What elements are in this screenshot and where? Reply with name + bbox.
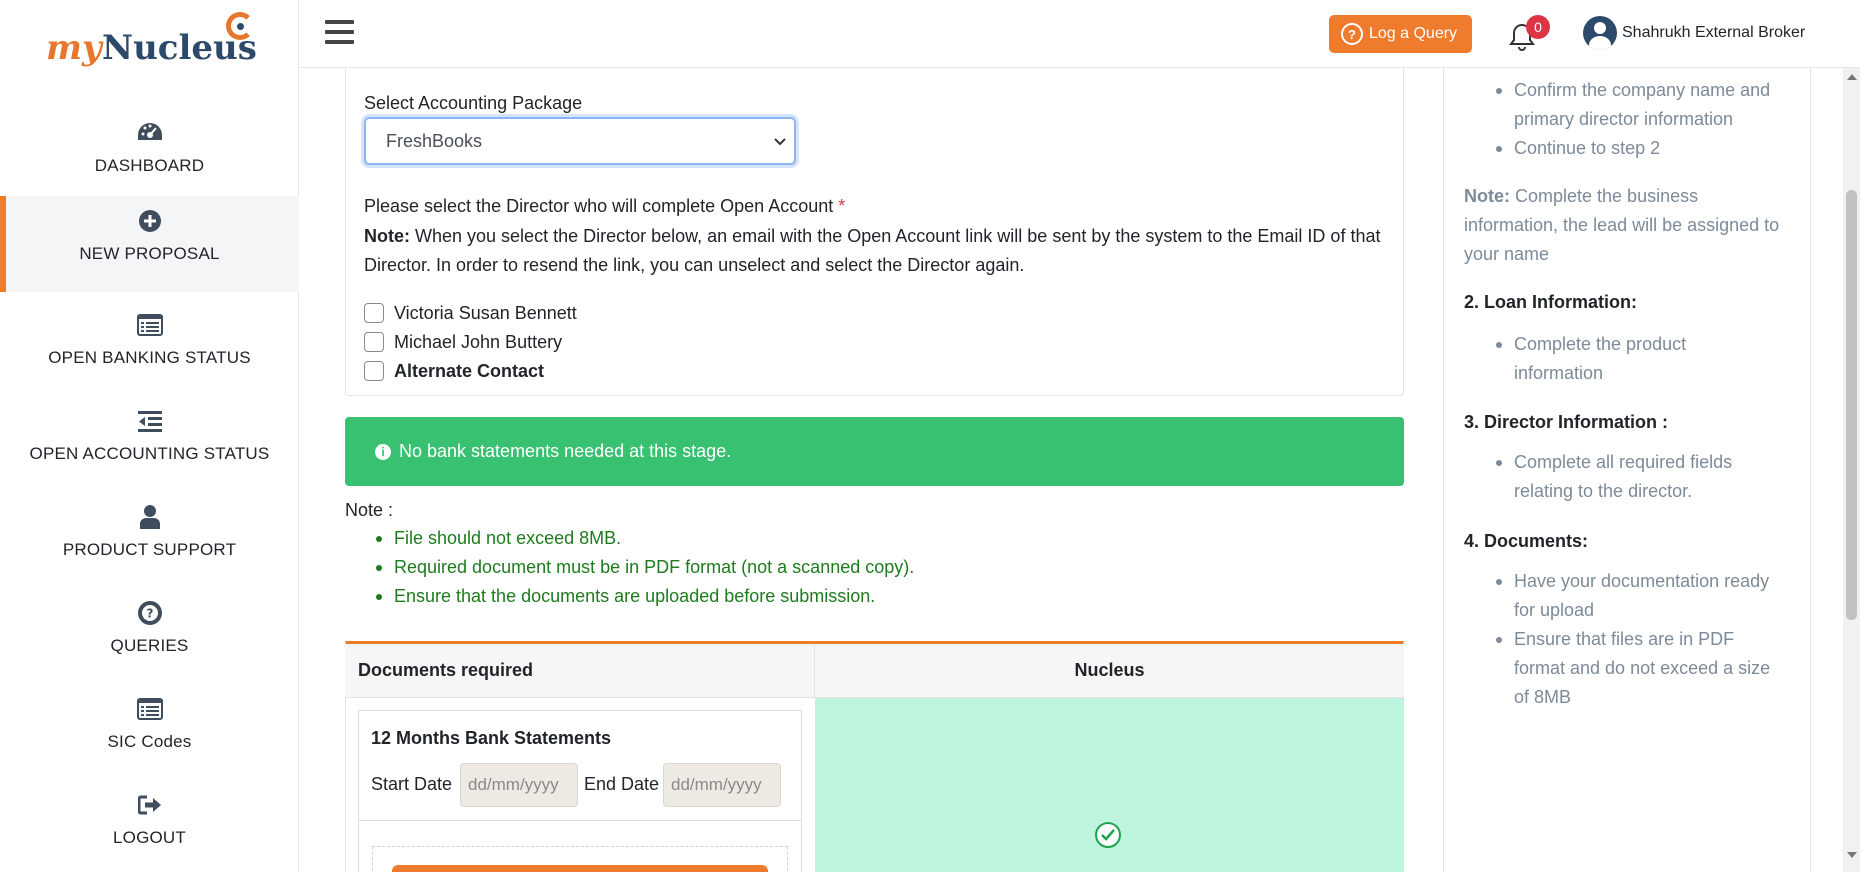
step2-title: 2. Loan Information: — [1464, 292, 1637, 312]
nucleus-header: Nucleus — [815, 644, 1404, 698]
list-item: Continue to step 2 — [1490, 134, 1810, 163]
list-item: Required document must be in PDF format … — [372, 553, 914, 582]
list-alt-icon — [0, 312, 299, 338]
accounting-package-select[interactable]: FreshBooks — [364, 117, 796, 165]
start-date-label: Start Date — [371, 774, 453, 794]
director-checkbox-row[interactable]: Victoria Susan Bennett — [364, 301, 577, 325]
sidebar-item-label: LOGOUT — [113, 828, 186, 847]
info-circle-icon: i — [375, 443, 391, 460]
sidebar-item-label: OPEN BANKING STATUS — [48, 348, 251, 367]
list-item: Confirm the company name and primary dir… — [1490, 76, 1810, 134]
sidebar-item-logout[interactable]: LOGOUT — [0, 780, 299, 872]
alert-text: No bank statements needed at this stage. — [399, 441, 732, 461]
required-mark: * — [838, 196, 846, 216]
director-checkbox[interactable] — [364, 303, 384, 323]
bank-statements-title: 12 Months Bank Statements — [371, 728, 612, 748]
sidebar-item-open-banking-status[interactable]: OPEN BANKING STATUS — [0, 300, 299, 396]
step3-title: 3. Director Information : — [1464, 412, 1669, 432]
app-logo[interactable]: my Nucleus — [46, 12, 266, 72]
question-circle-icon: ? — [0, 600, 299, 626]
scroll-thumb[interactable] — [1846, 190, 1857, 620]
log-query-button[interactable]: ? Log a Query — [1329, 15, 1472, 53]
logo-mark-icon — [226, 12, 254, 40]
upload-note-list: File should not exceed 8MB. Required doc… — [372, 524, 914, 611]
upload-button[interactable] — [392, 865, 768, 872]
outdent-list-icon — [0, 408, 299, 434]
step3-list: Complete all required fields relating to… — [1490, 448, 1790, 506]
director-name: Michael John Buttery — [394, 331, 563, 352]
sidebar-item-label: NEW PROPOSAL — [79, 244, 220, 263]
director-name: Alternate Contact — [394, 360, 545, 381]
list-alt-icon — [0, 696, 299, 722]
director-note-text: When you select the Director below, an e… — [364, 226, 1381, 275]
start-date-input[interactable]: dd/mm/yyyy — [460, 763, 578, 807]
svg-text:?: ? — [146, 607, 153, 621]
scroll-up-arrow-icon[interactable] — [1847, 74, 1857, 80]
director-select-title: Please select the Director who will comp… — [364, 196, 845, 217]
avatar[interactable] — [1583, 16, 1617, 50]
accounting-package-label: Select Accounting Package — [364, 93, 583, 113]
director-note: Note: When you select the Director below… — [364, 222, 1384, 280]
help-note-text: Complete the business information, the l… — [1464, 186, 1780, 264]
director-checkbox[interactable] — [364, 361, 384, 381]
upload-note-title: Note : — [345, 500, 394, 520]
logo-my: my — [46, 28, 102, 68]
chevron-down-icon — [774, 133, 786, 149]
list-item: Ensure that the documents are uploaded b… — [372, 582, 914, 611]
user-icon — [0, 504, 299, 530]
director-checkbox[interactable] — [364, 332, 384, 352]
sidebar-item-label: QUERIES — [110, 636, 189, 655]
scroll-down-arrow-icon[interactable] — [1847, 852, 1857, 858]
director-name: Victoria Susan Bennett — [394, 302, 577, 323]
divider — [358, 820, 802, 821]
accounting-package-value: FreshBooks — [386, 130, 483, 151]
sidebar-item-label: OPEN ACCOUNTING STATUS — [29, 444, 270, 463]
log-query-label: Log a Query — [1369, 25, 1458, 42]
step4-list: Have your documentation ready for upload… — [1490, 567, 1790, 712]
director-checkbox-row[interactable]: Alternate Contact — [364, 359, 544, 383]
sidebar-item-product-support[interactable]: PRODUCT SUPPORT — [0, 492, 299, 588]
sidebar-item-open-accounting-status[interactable]: OPEN ACCOUNTING STATUS — [0, 396, 299, 492]
sidebar-item-label: PRODUCT SUPPORT — [62, 540, 237, 559]
user-name[interactable]: Shahrukh External Broker — [1622, 24, 1805, 42]
help-note: Note: Complete the business information,… — [1464, 182, 1794, 269]
hamburger-menu-icon[interactable] — [325, 20, 354, 44]
list-item: Have your documentation ready for upload — [1490, 567, 1790, 625]
director-checkbox-row[interactable]: Michael John Buttery — [364, 330, 562, 354]
help-note-label: Note: — [1464, 186, 1510, 206]
bank-statements-alert: i No bank statements needed at this stag… — [345, 417, 1404, 486]
list-item: Complete all required fields relating to… — [1490, 448, 1790, 506]
notification-badge: 0 — [1526, 15, 1550, 39]
end-date-input[interactable]: dd/mm/yyyy — [663, 763, 781, 807]
sign-out-icon — [0, 792, 299, 818]
director-note-label: Note: — [364, 226, 410, 246]
sidebar-item-label: DASHBOARD — [94, 156, 205, 175]
end-date-label: End Date — [584, 774, 660, 794]
list-item: Ensure that files are in PDF format and … — [1490, 625, 1790, 712]
dashboard-gauge-icon — [0, 120, 299, 146]
sidebar-item-queries[interactable]: ? QUERIES — [0, 588, 299, 684]
documents-required-header: Documents required — [345, 644, 815, 698]
list-item: Complete the product information — [1490, 330, 1750, 388]
director-select-title-text: Please select the Director who will comp… — [364, 196, 834, 216]
sidebar-item-sic-codes[interactable]: SIC Codes — [0, 684, 299, 780]
sidebar-item-dashboard[interactable]: DASHBOARD — [0, 108, 299, 204]
list-item: File should not exceed 8MB. — [372, 524, 914, 553]
question-icon: ? — [1341, 23, 1363, 45]
check-circle-icon — [1095, 822, 1121, 848]
step2-list: Complete the product information — [1490, 330, 1750, 388]
plus-circle-icon — [0, 208, 299, 234]
sidebar-item-new-proposal[interactable]: NEW PROPOSAL — [0, 196, 299, 292]
sidebar-item-label: SIC Codes — [107, 732, 192, 751]
sidebar: my Nucleus DASHBOARD NEW PROPOSAL OPEN B… — [0, 0, 299, 872]
step1-list: Confirm the company name and primary dir… — [1490, 76, 1810, 163]
step4-title: 4. Documents: — [1464, 531, 1589, 551]
